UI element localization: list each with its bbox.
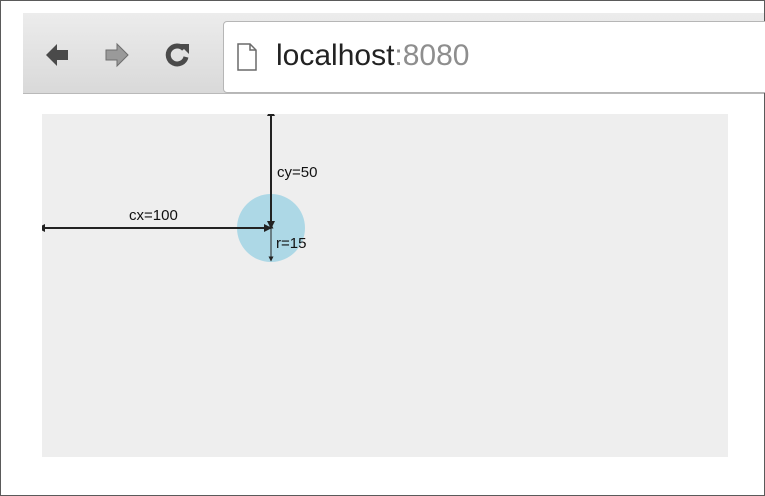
- forward-button[interactable]: [99, 37, 135, 73]
- url-text: localhost:8080: [276, 39, 469, 73]
- reload-icon: [165, 43, 189, 67]
- url-port: :8080: [394, 39, 470, 72]
- back-arrow-icon: [46, 44, 68, 66]
- circle-diagram: cx=100 cy=50 r=15: [42, 114, 317, 262]
- back-button[interactable]: [39, 37, 75, 73]
- r-label: r=15: [276, 235, 306, 252]
- reload-button[interactable]: [159, 37, 195, 73]
- page-icon: [237, 43, 257, 71]
- url-host: localhost: [276, 39, 395, 72]
- address-bar[interactable]: localhost:8080: [223, 21, 765, 93]
- browser-window: localhost:8080 cx=100 cy=50 r=15: [0, 0, 765, 496]
- svg-canvas: cx=100 cy=50 r=15: [42, 114, 728, 457]
- cy-label: cy=50: [277, 164, 317, 181]
- forward-arrow-icon: [105, 42, 129, 68]
- browser-toolbar: localhost:8080: [23, 13, 765, 94]
- cx-label: cx=100: [129, 207, 178, 224]
